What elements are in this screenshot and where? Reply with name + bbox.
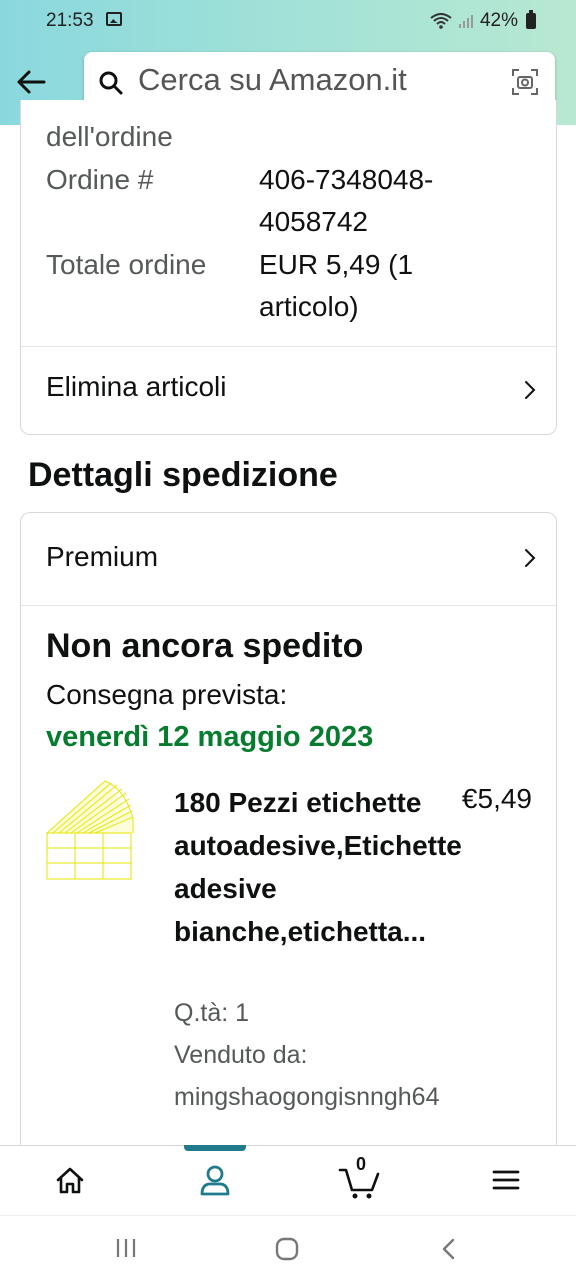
back-system-icon[interactable]	[438, 1236, 460, 1262]
status-bar: 21:53 42%	[0, 6, 576, 36]
gallery-icon	[106, 12, 122, 26]
battery-percent: 42%	[479, 10, 518, 31]
order-date-label: dell'ordine	[46, 121, 173, 152]
home-system-icon[interactable]	[274, 1236, 300, 1262]
shipping-method-label: Premium	[46, 541, 159, 572]
bottom-nav: 0	[0, 1145, 576, 1215]
status-indicators: 42%	[430, 10, 536, 32]
menu-icon[interactable]	[486, 1160, 526, 1200]
active-tab-indicator	[184, 1145, 246, 1151]
order-total-line1: EUR 5,49 (1	[259, 249, 414, 280]
cart-count: 0	[356, 1154, 367, 1174]
chevron-right-icon	[525, 381, 536, 399]
order-number-label: Ordine #	[46, 164, 154, 195]
battery-icon	[526, 10, 536, 29]
product-quantity: Q.tà: 1	[174, 999, 250, 1027]
product-image[interactable]	[45, 779, 145, 885]
remove-items-label: Elimina articoli	[46, 371, 227, 402]
shipping-card: Premium Non ancora spedito Consegna prev…	[20, 512, 557, 1172]
delivery-date: venerdì 12 maggio 2023	[46, 721, 374, 753]
chevron-right-icon	[525, 549, 536, 567]
shipment-status: Non ancora spedito	[46, 627, 364, 665]
remove-items-button[interactable]: Elimina articoli	[21, 347, 556, 434]
account-icon[interactable]	[195, 1160, 235, 1200]
home-icon[interactable]	[50, 1160, 90, 1200]
wifi-icon	[430, 13, 452, 29]
status-time: 21:53	[46, 10, 94, 31]
order-total-label: Totale ordine	[46, 249, 207, 280]
section-title-shipping: Dettagli spedizione	[28, 456, 338, 494]
delivery-label: Consegna prevista:	[46, 679, 288, 710]
order-number-line1: 406-7348048-	[259, 164, 434, 195]
recent-apps-icon[interactable]	[114, 1236, 138, 1260]
cart-button[interactable]: 0	[338, 1154, 382, 1200]
seller-label: Venduto da:	[174, 1041, 308, 1069]
system-nav-bar	[0, 1215, 576, 1280]
back-arrow-icon	[17, 70, 46, 94]
order-total-line2: articolo)	[259, 291, 359, 322]
search-icon	[99, 71, 123, 95]
order-summary-card: dell'ordine Ordine # 406-7348048- 405874…	[20, 100, 557, 435]
seller-name[interactable]: mingshaogongisnngh64	[174, 1083, 440, 1112]
product-price: €5,49	[461, 783, 532, 814]
search-placeholder: Cerca su Amazon.it	[138, 62, 407, 97]
product-title[interactable]: 180 Pezzi etichette autoadesive,Etichett…	[174, 781, 504, 953]
shipping-method-button[interactable]: Premium	[21, 513, 556, 605]
camera-search-icon[interactable]	[511, 68, 539, 96]
order-number-line2: 4058742	[259, 206, 369, 237]
divider	[21, 605, 556, 606]
signal-icon	[458, 13, 474, 29]
back-button[interactable]	[14, 64, 50, 100]
